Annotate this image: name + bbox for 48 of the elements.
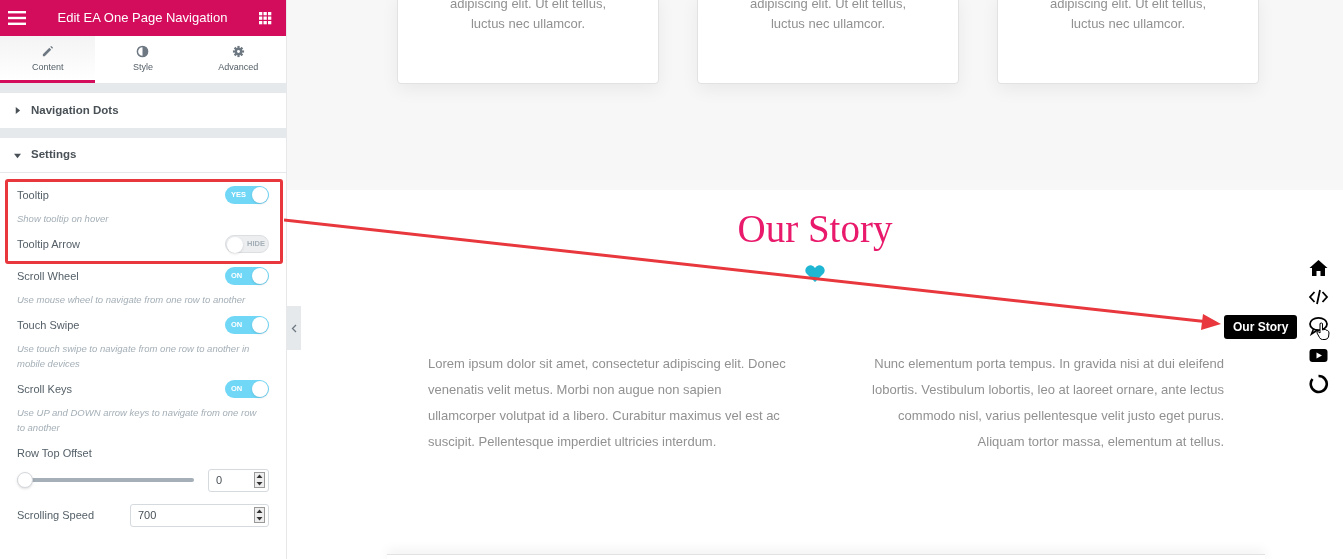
section-title: Settings [31,147,77,163]
heart-icon [804,265,826,283]
grid-icon [259,11,272,25]
control-label: Row Top Offset [17,446,93,461]
number-field[interactable]: 700 [130,503,269,527]
number-field[interactable]: 0 [208,468,269,492]
section-title: Navigation Dots [31,102,119,118]
paragraph-line: Aliquam tortor massa, elementum at tellus. [977,433,1224,451]
control-description: Show tooltip on hover [17,212,110,226]
chevron-left-icon [291,323,297,333]
card-text: luctus nec ullamcor. [470,15,586,33]
paragraph-line: Lorem ipsum dolor sit amet, consectetur adipiscing elit. Donec [428,355,786,373]
slider-thumb[interactable] [17,472,33,488]
paragraph-line: suscipit. Pellentesque imperdiet ultricies interdum. [428,433,717,451]
pencil-icon [41,44,55,58]
caret-icon [14,151,21,159]
menu-icon [8,11,26,25]
spinner-icon [254,507,265,523]
panel-tab[interactable]: Content [0,36,96,83]
paragraph-line: venenatis velit metus. Morbi non augue non sapien [428,381,722,399]
control-description: Use mouse wheel to navigate from one row to another [17,293,247,307]
paragraph-line: ullamcorper volutpat id a libero. Curabitur maximus vel est ac [428,407,780,425]
panel-title: Edit EA One Page Navigation [56,9,229,28]
control-label: Scroll Wheel [17,268,79,284]
chat-icon[interactable] [1308,316,1329,336]
control-label: Scroll Keys [17,381,73,397]
control-label: Tooltip [17,187,49,203]
settings-icon [231,44,245,58]
paragraph-line: Nunc elementum porta tempus. In gravida nisi at dui eleifend [874,355,1224,373]
card-text: luctus nec ullamcor. [1070,15,1186,33]
paragraph-line: lobortis. Vestibulum lobortis, leo at laoreet ornare, ante lectus [872,381,1224,399]
card-text: luctus nec ullamcor. [770,15,886,33]
section-heading: Our Story [737,206,893,253]
control-label: Touch Swipe [17,317,80,333]
caret-icon [14,107,21,114]
control-description: Use UP and DOWN arrow keys to navigate from one row to another [17,406,258,435]
control-label: Scrolling Speed [17,507,95,523]
home-icon[interactable] [1308,258,1329,278]
contrast-icon [136,44,150,58]
spinner-icon [254,472,265,488]
paragraph-line: commodo nisl, varius pellentesque velit justo eget purus. [898,407,1224,425]
code-icon[interactable] [1308,287,1329,307]
control-label: Tooltip Arrow [17,236,80,252]
hand-cursor-icon [1316,322,1330,340]
collapse-handle[interactable] [287,306,301,350]
tooltip: Our Story [1224,315,1298,339]
slider[interactable] [17,472,194,488]
control-description: Use touch swipe to navigate from one row to another in mobile devices [17,342,251,371]
